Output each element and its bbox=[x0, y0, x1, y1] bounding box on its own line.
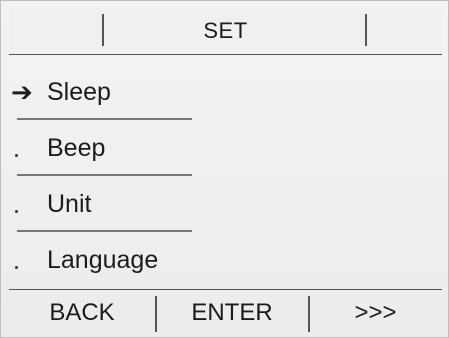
enter-button[interactable]: ENTER bbox=[156, 290, 308, 336]
header-bar: SET bbox=[9, 8, 442, 55]
menu-item-label: Sleep bbox=[47, 78, 111, 106]
menu-item-unit[interactable]: Unit bbox=[9, 179, 442, 235]
bullet-dot-icon bbox=[15, 266, 18, 269]
bullet-dot-icon bbox=[15, 154, 18, 157]
header-divider-right bbox=[365, 14, 367, 46]
menu-item-underline bbox=[17, 230, 192, 232]
menu-item-label: Language bbox=[47, 246, 159, 274]
menu-item-sleep[interactable]: ➔ Sleep bbox=[9, 67, 442, 123]
menu-item-beep[interactable]: Beep bbox=[9, 123, 442, 179]
menu-item-underline bbox=[17, 118, 192, 120]
selected-arrow-icon: ➔ bbox=[11, 77, 33, 107]
settings-menu: ➔ Sleep Beep Unit Language bbox=[9, 67, 442, 291]
footer-bar: BACK ENTER >>> bbox=[9, 289, 442, 336]
screen-title: SET bbox=[203, 18, 248, 43]
menu-item-language[interactable]: Language bbox=[9, 235, 442, 291]
menu-item-underline bbox=[17, 174, 192, 176]
menu-item-label: Unit bbox=[47, 190, 92, 218]
next-button[interactable]: >>> bbox=[309, 290, 442, 336]
device-screen: SET ➔ Sleep Beep Unit Language BACK ENTE… bbox=[0, 0, 449, 338]
menu-item-label: Beep bbox=[47, 134, 106, 162]
bullet-dot-icon bbox=[15, 210, 18, 213]
back-button[interactable]: BACK bbox=[9, 290, 155, 336]
